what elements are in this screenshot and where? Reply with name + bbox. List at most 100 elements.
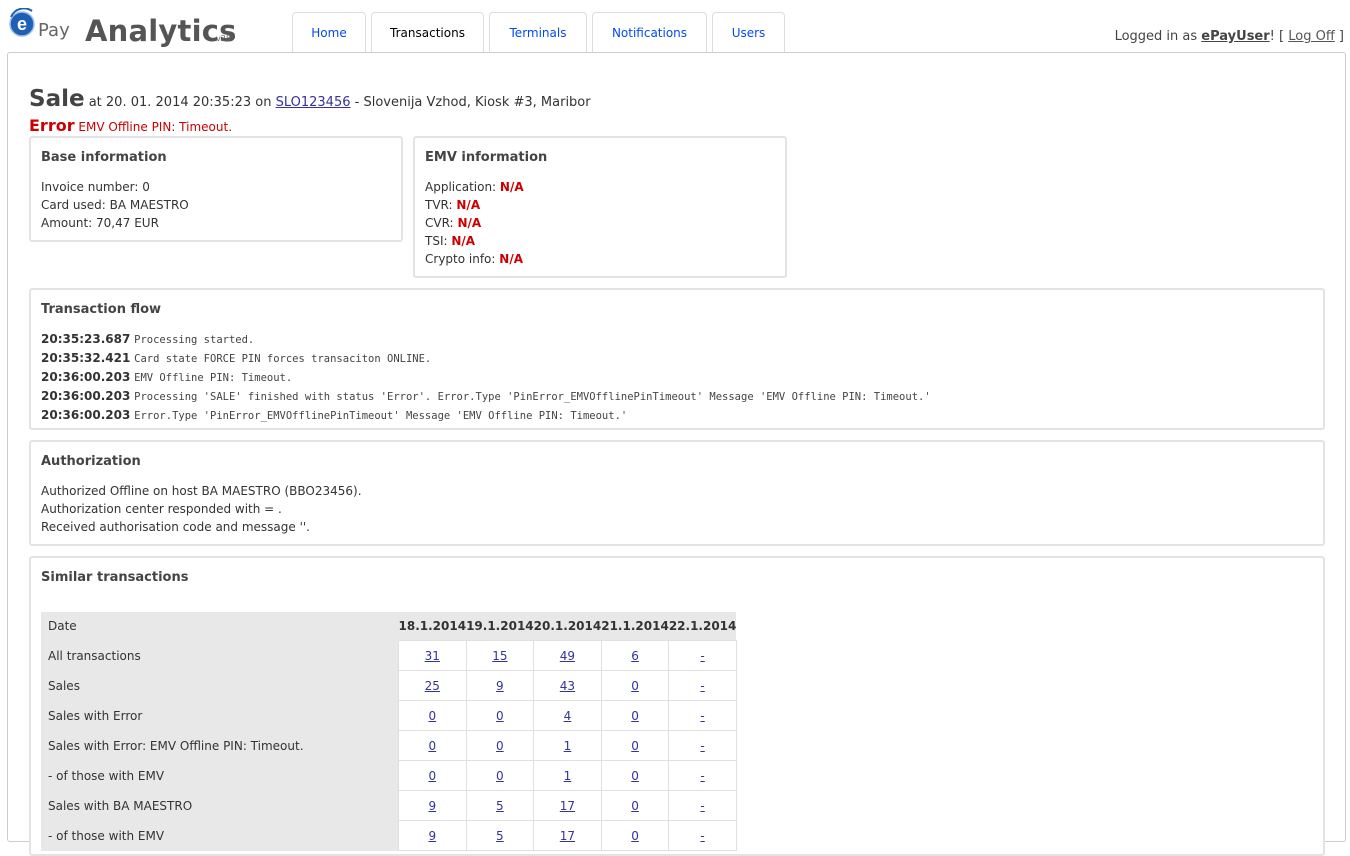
count-link[interactable]: 5	[496, 829, 504, 843]
login-status: Logged in as ePayUser! [ Log Off ]	[1115, 29, 1344, 44]
card-used-row: Card used: BA MAESTRO	[41, 196, 189, 214]
count-link[interactable]: 0	[631, 769, 639, 783]
epay-logo[interactable]: e Pay	[8, 8, 70, 44]
emv-value: N/A	[499, 180, 524, 194]
count-link[interactable]: -	[700, 679, 704, 693]
date-column-header: 18.1.2014	[398, 612, 467, 641]
count-cell: 4	[533, 700, 602, 731]
amount-row: Amount: 70,47 EUR	[41, 214, 189, 232]
count-link[interactable]: 1	[564, 739, 572, 753]
count-link[interactable]: -	[700, 739, 704, 753]
count-link[interactable]: 9	[428, 799, 436, 813]
login-mid: ! [	[1269, 29, 1285, 44]
count-cell: 31	[398, 640, 467, 671]
count-link[interactable]: 0	[631, 739, 639, 753]
count-link[interactable]: 0	[428, 769, 436, 783]
table-row: - of those with EMV 9 5 17 0 -	[41, 820, 737, 851]
count-cell: -	[668, 760, 737, 791]
count-cell: 5	[465, 820, 535, 851]
emv-label: TSI:	[425, 234, 448, 248]
count-cell: 0	[600, 820, 670, 851]
count-link[interactable]: 17	[560, 829, 575, 843]
count-link[interactable]: -	[700, 769, 704, 783]
count-link[interactable]: 25	[425, 679, 440, 693]
panel-title: Transaction flow	[41, 302, 162, 317]
count-link[interactable]: 31	[425, 649, 440, 663]
tab-transactions[interactable]: Transactions	[371, 12, 484, 53]
count-link[interactable]: 43	[560, 679, 575, 693]
row-label: All transactions	[41, 640, 399, 671]
authorization-line: Received authorisation code and message …	[41, 520, 310, 534]
logo-pay-text: Pay	[38, 20, 70, 41]
count-link[interactable]: -	[700, 649, 704, 663]
invoice-value: 0	[142, 180, 150, 194]
user-link[interactable]: ePayUser	[1201, 29, 1269, 44]
count-link[interactable]: -	[700, 829, 704, 843]
card-value: BA MAESTRO	[109, 198, 189, 212]
count-link[interactable]: 15	[492, 649, 507, 663]
count-link[interactable]: 0	[631, 679, 639, 693]
emv-value: N/A	[499, 252, 523, 266]
count-cell: 17	[533, 820, 602, 851]
count-cell: -	[668, 700, 737, 731]
authorization-line: Authorization center responded with = .	[41, 502, 282, 516]
svg-text:e: e	[17, 14, 27, 34]
status-label: Error	[29, 116, 75, 135]
app-version: v28	[216, 34, 231, 43]
flow-entry: 20:35:32.421 Card state FORCE PIN forces…	[41, 349, 931, 368]
flow-entry: 20:36:00.203 Error.Type 'PinError_EMVOff…	[41, 406, 931, 425]
log-off-link[interactable]: Log Off	[1288, 29, 1335, 44]
authorization-panel: Authorization Authorized Offline on host…	[29, 440, 1325, 546]
count-link[interactable]: 0	[428, 739, 436, 753]
count-link[interactable]: 4	[564, 709, 572, 723]
flow-entry: 20:36:00.203 EMV Offline PIN: Timeout.	[41, 368, 931, 387]
date-column-header: 20.1.2014	[533, 612, 602, 641]
flow-message: Processing started.	[134, 334, 255, 346]
count-cell: 0	[465, 730, 535, 761]
emv-value: N/A	[457, 216, 482, 230]
similar-transactions-panel: Similar transactions Date 18.1.2014 19.1…	[29, 556, 1325, 856]
count-link[interactable]: -	[700, 799, 704, 813]
count-link[interactable]: 0	[496, 739, 504, 753]
count-link[interactable]: 0	[496, 709, 504, 723]
count-link[interactable]: 5	[496, 799, 504, 813]
count-link[interactable]: 49	[560, 649, 575, 663]
count-cell: -	[668, 790, 737, 821]
tab-home[interactable]: Home	[292, 12, 366, 52]
count-link[interactable]: 0	[631, 829, 639, 843]
count-link[interactable]: 0	[428, 709, 436, 723]
count-link[interactable]: 0	[631, 709, 639, 723]
count-cell: 0	[398, 730, 467, 761]
count-link[interactable]: 6	[631, 649, 639, 663]
table-row: Sales 25 9 43 0 -	[41, 670, 737, 701]
flow-message: Error.Type 'PinError_EMVOfflinePinTimeou…	[134, 410, 628, 422]
terminal-link[interactable]: SLO123456	[276, 95, 351, 110]
invoice-number-row: Invoice number: 0	[41, 178, 189, 196]
tab-notifications[interactable]: Notifications	[592, 12, 707, 52]
terminal-location: - Slovenija Vzhod, Kiosk #3, Maribor	[354, 95, 591, 110]
flow-entry: 20:35:23.687 Processing started.	[41, 330, 931, 349]
count-link[interactable]: 0	[631, 799, 639, 813]
count-link[interactable]: 0	[496, 769, 504, 783]
emv-row: TSI: N/A	[425, 232, 524, 250]
count-link[interactable]: 9	[428, 829, 436, 843]
tab-terminals[interactable]: Terminals	[489, 12, 587, 52]
epay-e-icon: e	[9, 8, 35, 37]
panel-title: Base information	[41, 150, 167, 165]
date-column-header: 22.1.2014	[668, 612, 737, 641]
flow-time: 20:35:23.687	[41, 332, 131, 346]
emv-label: TVR:	[425, 198, 453, 212]
count-link[interactable]: 9	[496, 679, 504, 693]
tab-users[interactable]: Users	[712, 12, 785, 52]
row-label: Sales with Error	[41, 700, 399, 731]
emv-row: CVR: N/A	[425, 214, 524, 232]
panel-title: Authorization	[41, 454, 141, 469]
count-link[interactable]: 17	[560, 799, 575, 813]
count-link[interactable]: 1	[564, 769, 572, 783]
flow-message: Processing 'SALE' finished with status '…	[134, 391, 931, 403]
transaction-status: Error EMV Offline PIN: Timeout.	[29, 116, 232, 135]
table-row: Sales with Error 0 0 4 0 -	[41, 700, 737, 731]
date-column-header: 21.1.2014	[601, 612, 669, 641]
count-link[interactable]: -	[700, 709, 704, 723]
amount-value: 70,47 EUR	[96, 216, 159, 230]
